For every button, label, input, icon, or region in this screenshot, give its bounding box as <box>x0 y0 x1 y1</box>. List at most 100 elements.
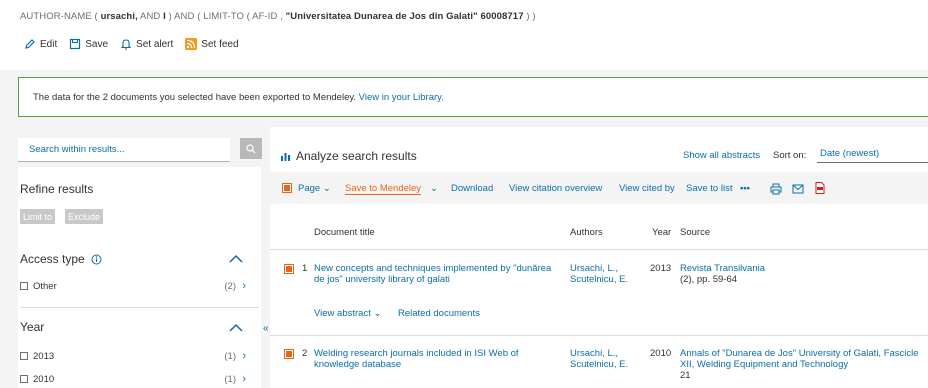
authors-link[interactable]: Ursachi, L., Scutelnicu, E. <box>570 348 646 370</box>
view-abstract-label: View abstract <box>314 308 371 319</box>
source-detail: (2), pp. 59-64 <box>680 274 738 285</box>
facet-access-type-header[interactable]: Access type <box>20 252 102 266</box>
search-query: AUTHOR-NAME ( ursachi, AND I ) AND ( LIM… <box>20 11 536 22</box>
results-panel: Analyze search results Show all abstract… <box>270 127 928 388</box>
exclude-button[interactable]: Exclude <box>65 209 104 224</box>
year-value: 2010 <box>650 348 672 359</box>
year-value: 2013 <box>650 263 672 274</box>
facet-row[interactable]: Other (2) › <box>20 279 246 293</box>
query-prefix: AUTHOR-NAME ( <box>20 11 101 22</box>
page-label: Page <box>298 183 321 194</box>
facet-divider <box>20 307 259 308</box>
query-affiliation: "Universitatea Dunarea de Jos din Galati… <box>285 11 478 22</box>
checkbox[interactable] <box>20 282 28 290</box>
chevron-up-icon[interactable] <box>229 254 243 264</box>
chevron-right-icon[interactable]: › <box>242 350 246 362</box>
export-notice: The data for the 2 documents you selecte… <box>18 77 928 117</box>
query-actions: Edit Save Set alert Set feed <box>24 38 251 50</box>
save-label: Save <box>85 38 109 50</box>
collapse-sidebar-icon[interactable]: « <box>263 323 269 334</box>
query-suffix: ) ) <box>523 11 536 22</box>
facet-row-label: Other <box>33 280 57 292</box>
save-button[interactable]: Save <box>69 38 108 50</box>
query-affid: 60008717 <box>477 11 524 22</box>
facet-access-type-title: Access type <box>20 252 85 266</box>
results-toolbar: Page ⌄ Save to Mendeley ⌄ Download View … <box>270 172 928 204</box>
query-bar: AUTHOR-NAME ( ursachi, AND I ) AND ( LIM… <box>0 0 928 70</box>
save-icon <box>70 38 81 50</box>
search-within-input[interactable] <box>18 138 230 162</box>
row-number: 1 <box>302 263 308 274</box>
refine-sidebar: Refine results Limit to Exclude Access t… <box>18 127 262 388</box>
related-documents-link[interactable]: Related documents <box>398 308 480 319</box>
mendeley-dropdown-chevron-icon[interactable]: ⌄ <box>430 183 438 194</box>
chevron-right-icon[interactable]: › <box>242 280 246 292</box>
facet-row-count: (1) <box>224 350 236 362</box>
checkbox[interactable] <box>20 352 28 360</box>
facet-year-header[interactable]: Year <box>20 320 44 334</box>
search-within-button[interactable] <box>240 138 262 159</box>
column-header-title: Document title <box>314 227 375 238</box>
facet-row-label: 2013 <box>33 350 55 362</box>
download-button[interactable]: Download <box>451 183 493 194</box>
select-page-checkbox[interactable] <box>282 183 292 193</box>
pdf-icon[interactable] <box>815 182 825 194</box>
edit-button[interactable]: Edit <box>24 38 57 50</box>
more-options-button[interactable]: ••• <box>740 183 750 194</box>
set-alert-button[interactable]: Set alert <box>120 38 173 50</box>
email-icon[interactable] <box>792 184 804 194</box>
chevron-up-icon[interactable] <box>229 323 243 333</box>
set-feed-button[interactable]: Set feed <box>185 38 239 50</box>
refine-title: Refine results <box>20 182 94 196</box>
sort-select[interactable]: Date (newest) <box>817 146 928 163</box>
analyze-results-link[interactable]: Analyze search results <box>280 149 417 163</box>
set-alert-label: Set alert <box>136 38 174 50</box>
facet-row-label: 2010 <box>33 373 55 385</box>
query-author: ursachi, <box>100 11 138 22</box>
facet-row[interactable]: 2013 (1) › <box>20 349 246 363</box>
view-cited-by-link[interactable]: View cited by <box>619 183 675 194</box>
facet-row[interactable]: 2010 (1) › <box>20 372 246 386</box>
document-title-link[interactable]: New concepts and techniques implemented … <box>314 263 559 285</box>
query-mid2: ) AND ( LIMIT-TO ( AF-ID , <box>165 11 286 22</box>
column-header-year: Year <box>652 227 672 238</box>
set-feed-label: Set feed <box>201 38 239 50</box>
query-mid1: AND <box>137 11 164 22</box>
notice-message: The data for the 2 documents you selecte… <box>33 92 359 103</box>
search-within-box <box>18 127 262 167</box>
bell-icon <box>120 39 132 50</box>
column-header-authors: Authors <box>570 227 603 238</box>
print-icon[interactable] <box>770 183 782 195</box>
facet-row-count: (1) <box>224 373 236 385</box>
source-link[interactable]: Revista Transilvania <box>680 263 928 274</box>
edit-label: Edit <box>40 38 58 50</box>
save-to-mendeley-button[interactable]: Save to Mendeley <box>345 183 422 195</box>
row-divider <box>270 335 928 336</box>
analyze-label: Analyze search results <box>296 149 417 163</box>
row-checkbox[interactable] <box>284 264 294 274</box>
info-icon[interactable] <box>91 254 102 265</box>
source-detail: 21 <box>680 370 691 381</box>
document-title-link[interactable]: Welding research journals included in IS… <box>314 348 559 370</box>
rss-icon <box>185 38 198 50</box>
row-divider <box>270 249 928 250</box>
facet-year-title: Year <box>20 320 45 334</box>
view-library-link[interactable]: View in your Library. <box>359 92 444 103</box>
show-all-abstracts-link[interactable]: Show all abstracts <box>683 150 760 161</box>
view-abstract-button[interactable]: View abstract ⌄ <box>314 308 381 319</box>
sort-label: Sort on: <box>773 150 807 161</box>
authors-link[interactable]: Ursachi, L., Scutelnicu, E. <box>570 263 646 285</box>
chevron-right-icon[interactable]: › <box>242 373 246 385</box>
limit-to-button[interactable]: Limit to <box>20 209 56 224</box>
view-citation-overview-link[interactable]: View citation overview <box>509 183 602 194</box>
page-select-dropdown[interactable]: Page ⌄ <box>298 183 331 194</box>
column-header-source: Source <box>680 227 711 238</box>
save-to-list-link[interactable]: Save to list <box>686 183 732 194</box>
pencil-icon <box>25 39 35 49</box>
source-link[interactable]: Annals of "Dunarea de Jos" University of… <box>680 348 928 370</box>
notice-text: The data for the 2 documents you selecte… <box>33 92 444 103</box>
search-icon <box>246 143 256 153</box>
bar-chart-icon <box>281 153 290 161</box>
checkbox[interactable] <box>20 375 28 383</box>
row-checkbox[interactable] <box>284 349 294 359</box>
